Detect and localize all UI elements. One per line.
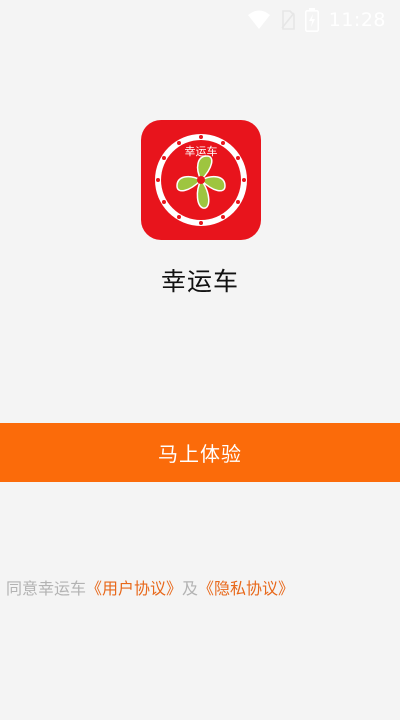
wifi-icon (247, 10, 271, 30)
app-name: 幸运车 (160, 267, 239, 296)
user-agreement-link[interactable]: 《用户协议》 (86, 579, 182, 598)
agreement-text: 同意幸运车《用户协议》及《隐私协议》 (6, 575, 294, 599)
privacy-policy-link[interactable]: 《隐私协议》 (198, 579, 294, 598)
status-bar: 11:28 (0, 0, 400, 40)
agreement-conjunction: 及 (182, 579, 199, 598)
no-sim-icon (281, 10, 295, 30)
battery-charging-icon (304, 8, 319, 32)
start-experience-button[interactable]: 马上体验 (0, 423, 400, 482)
status-time: 11:28 (328, 9, 386, 31)
logo-text: 幸运车 (185, 144, 218, 158)
app-logo: 幸运车 (141, 120, 261, 240)
agreement-prefix: 同意幸运车 (6, 579, 87, 598)
